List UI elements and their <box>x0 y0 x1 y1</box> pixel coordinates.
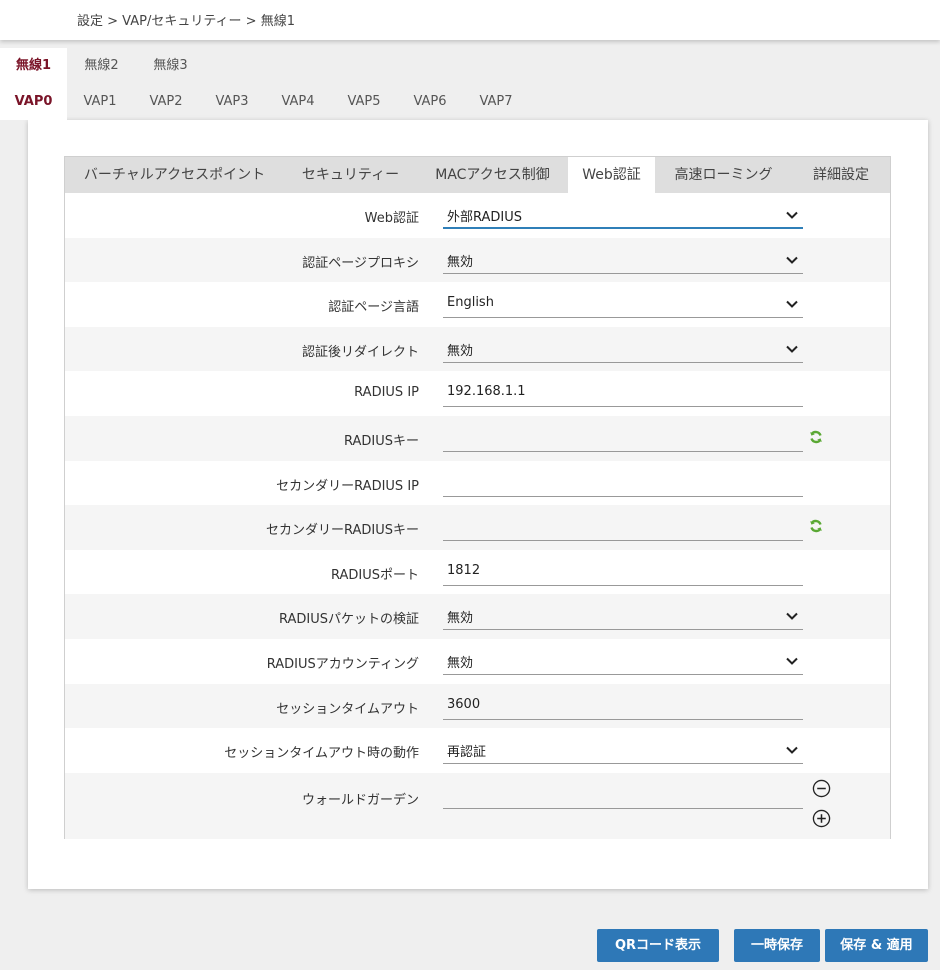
add-circle-icon[interactable] <box>812 809 831 828</box>
row-radius-port: RADIUSポート 1812 <box>65 550 890 595</box>
chevron-down-icon <box>786 300 798 309</box>
tab-vap4[interactable]: VAP4 <box>265 84 331 120</box>
radius-port-label: RADIUSポート <box>330 567 419 583</box>
tab-fast-roaming[interactable]: 高速ローミング <box>655 157 792 193</box>
radius-port-input[interactable]: 1812 <box>443 558 803 586</box>
breadcrumb: 設定 > VAP/セキュリティー > 無線1 <box>77 14 295 29</box>
web-auth-label: Web認証 <box>364 211 419 226</box>
save-apply-button[interactable]: 保存 & 適用 <box>825 929 928 962</box>
chevron-down-icon <box>786 256 798 264</box>
auth-page-proxy-select[interactable]: 無効 <box>443 246 803 274</box>
radius-ip-input[interactable]: 192.168.1.1 <box>443 379 803 408</box>
refresh-icon[interactable] <box>809 519 823 533</box>
auth-page-lang-value: English <box>447 295 494 311</box>
walled-garden-label: ウォールドガーデン <box>301 792 419 808</box>
tab-vap7[interactable]: VAP7 <box>463 84 529 120</box>
post-auth-redirect-select[interactable]: 無効 <box>443 335 803 363</box>
radius-key-input[interactable] <box>443 424 803 452</box>
tab-mac-access-control[interactable]: MACアクセス制御 <box>417 157 568 193</box>
qr-code-button[interactable]: QRコード表示 <box>597 929 719 962</box>
radius-ip-value: 192.168.1.1 <box>447 384 526 400</box>
tab-vap5[interactable]: VAP5 <box>331 84 397 120</box>
radius-accounting-select[interactable]: 無効 <box>443 647 803 675</box>
row-radius-key: RADIUSキー <box>65 415 890 461</box>
web-auth-value: 外部RADIUS <box>447 210 523 225</box>
remove-circle-icon[interactable] <box>812 779 831 798</box>
radius-packet-verify-label: RADIUSパケットの検証 <box>278 612 419 628</box>
tab-wireless-3[interactable]: 無線3 <box>136 48 205 84</box>
auth-page-lang-select[interactable]: English <box>443 290 803 319</box>
secondary-radius-key-input[interactable] <box>443 513 803 542</box>
chevron-down-icon <box>786 657 798 665</box>
session-timeout-action-label: セッションタイムアウト時の動作 <box>224 746 419 762</box>
radius-packet-verify-select[interactable]: 無効 <box>443 602 803 631</box>
tab-advanced[interactable]: 詳細設定 <box>792 157 890 193</box>
tab-wireless-2[interactable]: 無線2 <box>67 48 136 84</box>
row-session-timeout-action: セッションタイムアウト時の動作 再認証 <box>65 728 890 773</box>
web-auth-panel: バーチャルアクセスポイント セキュリティー MACアクセス制御 Web認証 高速… <box>64 156 891 839</box>
vap-tabs: VAP0 VAP1 VAP2 VAP3 VAP4 VAP5 VAP6 VAP7 <box>0 84 529 120</box>
session-timeout-input[interactable]: 3600 <box>443 692 803 720</box>
radius-packet-verify-value: 無効 <box>447 611 474 627</box>
tab-vap2[interactable]: VAP2 <box>133 84 199 120</box>
auth-page-lang-label: 認証ページ言語 <box>328 300 419 316</box>
radius-port-value: 1812 <box>447 562 481 578</box>
secondary-radius-key-label: セカンダリーRADIUSキー <box>265 523 419 539</box>
wireless-tabs: 無線1 無線2 無線3 <box>0 48 205 84</box>
session-timeout-label: セッションタイムアウト <box>276 701 419 717</box>
tab-security[interactable]: セキュリティー <box>284 157 417 193</box>
tab-vap0[interactable]: VAP0 <box>0 84 67 120</box>
row-auth-page-proxy: 認証ページプロキシ 無効 <box>65 237 890 283</box>
row-secondary-radius-key: セカンダリーRADIUSキー <box>65 505 890 550</box>
temp-save-button[interactable]: 一時保存 <box>734 929 820 962</box>
chevron-down-icon <box>786 746 798 755</box>
tab-virtual-access-point[interactable]: バーチャルアクセスポイント <box>65 157 284 193</box>
post-auth-redirect-label: 認証後リダイレクト <box>301 344 419 360</box>
row-secondary-radius-ip: セカンダリーRADIUS IP <box>65 461 890 506</box>
tab-vap6[interactable]: VAP6 <box>397 84 463 120</box>
tab-vap1[interactable]: VAP1 <box>67 84 133 120</box>
row-walled-garden: ウォールドガーデン <box>65 772 890 839</box>
row-radius-ip: RADIUS IP 192.168.1.1 <box>65 371 890 416</box>
radius-accounting-value: 無効 <box>447 655 474 671</box>
row-radius-packet-verify: RADIUSパケットの検証 無効 <box>65 594 890 639</box>
session-timeout-action-value: 再認証 <box>447 745 487 761</box>
chevron-down-icon <box>786 613 798 621</box>
auth-page-proxy-label: 認証ページプロキシ <box>302 255 419 271</box>
secondary-radius-ip-label: セカンダリーRADIUS IP <box>276 478 419 494</box>
web-auth-select[interactable]: 外部RADIUS <box>443 201 803 229</box>
radius-accounting-label: RADIUSアカウンティング <box>266 656 419 672</box>
refresh-icon[interactable] <box>809 430 823 444</box>
tab-web-auth[interactable]: Web認証 <box>568 157 655 193</box>
radius-key-label: RADIUSキー <box>343 433 419 449</box>
walled-garden-input[interactable] <box>443 781 803 809</box>
chevron-down-icon <box>786 211 798 219</box>
row-radius-accounting: RADIUSアカウンティング 無効 <box>65 639 890 684</box>
settings-card: バーチャルアクセスポイント セキュリティー MACアクセス制御 Web認証 高速… <box>28 120 928 889</box>
post-auth-redirect-value: 無効 <box>447 343 474 359</box>
row-web-auth: Web認証 外部RADIUS <box>65 193 890 238</box>
row-post-auth-redirect: 認証後リダイレクト 無効 <box>65 326 890 372</box>
auth-page-proxy-value: 無効 <box>447 254 474 270</box>
tab-wireless-1[interactable]: 無線1 <box>0 48 67 84</box>
secondary-radius-ip-input[interactable] <box>443 469 803 497</box>
row-session-timeout: セッションタイムアウト 3600 <box>65 683 890 729</box>
session-timeout-value: 3600 <box>447 696 481 712</box>
sub-tabs: バーチャルアクセスポイント セキュリティー MACアクセス制御 Web認証 高速… <box>65 157 890 193</box>
tab-vap3[interactable]: VAP3 <box>199 84 265 120</box>
chevron-down-icon <box>786 345 798 353</box>
top-header: 設定 > VAP/セキュリティー > 無線1 <box>0 0 940 40</box>
radius-ip-label: RADIUS IP <box>354 385 419 401</box>
row-auth-page-lang: 認証ページ言語 English <box>65 282 890 327</box>
session-timeout-action-select[interactable]: 再認証 <box>443 736 803 765</box>
